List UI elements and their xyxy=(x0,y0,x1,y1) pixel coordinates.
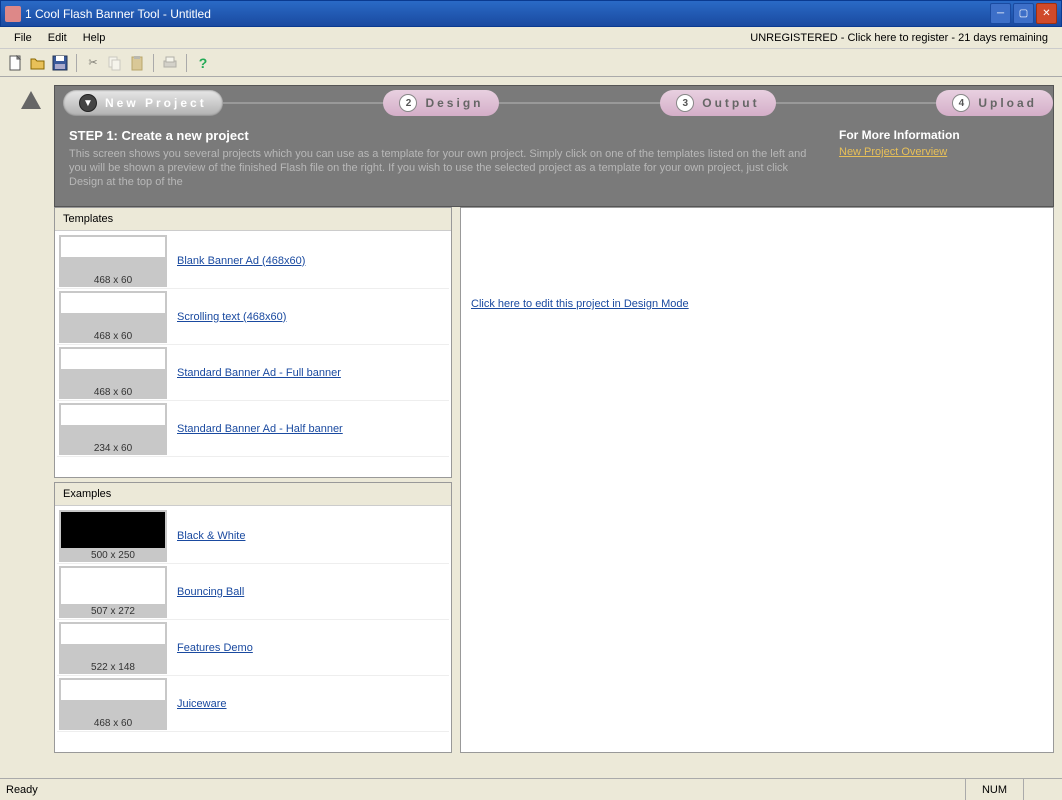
template-thumbnail: 507 x 272 xyxy=(59,566,167,618)
left-column: Templates 468 x 60Blank Banner Ad (468x6… xyxy=(54,207,452,753)
list-item[interactable]: 468 x 60Scrolling text (468x60) xyxy=(57,289,449,345)
list-item[interactable]: 468 x 60Standard Banner Ad - Full banner xyxy=(57,345,449,401)
template-link[interactable]: Standard Banner Ad - Half banner xyxy=(169,423,343,435)
template-dimensions: 468 x 60 xyxy=(59,274,167,287)
template-link[interactable]: Bouncing Ball xyxy=(169,586,244,598)
template-thumbnail: 522 x 148 xyxy=(59,622,167,674)
preview-panel: Click here to edit this project in Desig… xyxy=(460,207,1054,753)
step-label: New Project xyxy=(105,96,207,110)
template-link[interactable]: Blank Banner Ad (468x60) xyxy=(169,255,305,267)
step-upload[interactable]: 4 Upload xyxy=(936,90,1053,116)
step-number: 3 xyxy=(676,94,694,112)
steps-line xyxy=(145,102,1023,104)
template-link[interactable]: Juiceware xyxy=(169,698,227,710)
edit-design-link[interactable]: Click here to edit this project in Desig… xyxy=(471,298,689,310)
template-dimensions: 507 x 272 xyxy=(59,605,167,618)
open-file-icon[interactable] xyxy=(28,53,48,73)
more-info-title: For More Information xyxy=(839,128,1039,142)
info-section: STEP 1: Create a new project This screen… xyxy=(55,120,1053,197)
list-item[interactable]: 500 x 250Black & White xyxy=(57,508,449,564)
step-label: Design xyxy=(425,96,483,110)
new-file-icon[interactable] xyxy=(6,53,26,73)
template-link[interactable]: Features Demo xyxy=(169,642,253,654)
help-icon[interactable]: ? xyxy=(193,53,213,73)
examples-list[interactable]: 500 x 250Black & White507 x 272Bouncing … xyxy=(55,506,451,752)
template-dimensions: 522 x 148 xyxy=(59,661,167,674)
template-dimensions: 234 x 60 xyxy=(59,442,167,455)
menu-edit[interactable]: Edit xyxy=(40,30,75,46)
template-link[interactable]: Black & White xyxy=(169,530,245,542)
list-item[interactable]: 468 x 60Blank Banner Ad (468x60) xyxy=(57,233,449,289)
toolbar-separator xyxy=(186,54,187,72)
templates-panel: Templates 468 x 60Blank Banner Ad (468x6… xyxy=(54,207,452,478)
step-description: This screen shows you several projects w… xyxy=(69,147,819,189)
examples-title: Examples xyxy=(55,483,451,506)
template-dimensions: 468 x 60 xyxy=(59,717,167,730)
steps-row: ▼ New Project 2 Design 3 Output 4 Upload xyxy=(55,86,1053,120)
step-new-project[interactable]: ▼ New Project xyxy=(63,90,223,116)
status-ready: Ready xyxy=(6,784,965,796)
menu-help[interactable]: Help xyxy=(75,30,114,46)
template-thumbnail: 468 x 60 xyxy=(59,235,167,287)
step-label: Upload xyxy=(978,96,1037,110)
overview-link[interactable]: New Project Overview xyxy=(839,146,947,158)
print-icon[interactable] xyxy=(160,53,180,73)
template-thumbnail: 468 x 60 xyxy=(59,347,167,399)
toolbar-separator xyxy=(153,54,154,72)
window-title: 1 Cool Flash Banner Tool - Untitled xyxy=(25,7,990,21)
list-item[interactable]: 468 x 60Juiceware xyxy=(57,676,449,732)
toolbar-separator xyxy=(76,54,77,72)
step-design[interactable]: 2 Design xyxy=(383,90,499,116)
step-title: STEP 1: Create a new project xyxy=(69,128,819,143)
menu-file[interactable]: File xyxy=(6,30,40,46)
list-item[interactable]: 507 x 272Bouncing Ball xyxy=(57,564,449,620)
copy-icon[interactable] xyxy=(105,53,125,73)
list-item[interactable]: 522 x 148Features Demo xyxy=(57,620,449,676)
template-link[interactable]: Scrolling text (468x60) xyxy=(169,311,286,323)
chevron-down-icon: ▼ xyxy=(79,94,97,112)
template-thumbnail: 468 x 60 xyxy=(59,678,167,730)
examples-panel: Examples 500 x 250Black & White507 x 272… xyxy=(54,482,452,753)
step-number: 4 xyxy=(952,94,970,112)
app-icon xyxy=(5,6,21,22)
template-dimensions: 500 x 250 xyxy=(59,549,167,562)
templates-list[interactable]: 468 x 60Blank Banner Ad (468x60)468 x 60… xyxy=(55,231,451,477)
minimize-button[interactable]: ─ xyxy=(990,3,1011,24)
maximize-button[interactable]: ▢ xyxy=(1013,3,1034,24)
preview-box xyxy=(471,218,1043,288)
step-output[interactable]: 3 Output xyxy=(660,90,775,116)
paste-icon[interactable] xyxy=(127,53,147,73)
template-thumbnail: 500 x 250 xyxy=(59,510,167,562)
cut-icon[interactable]: ✂ xyxy=(83,53,103,73)
step-label: Output xyxy=(702,96,759,110)
triangle-indicator xyxy=(8,85,54,207)
toolbar: ✂ ? xyxy=(0,49,1062,77)
template-dimensions: 468 x 60 xyxy=(59,330,167,343)
titlebar: 1 Cool Flash Banner Tool - Untitled ─ ▢ … xyxy=(0,0,1062,27)
window-controls: ─ ▢ ✕ xyxy=(990,3,1057,24)
template-dimensions: 468 x 60 xyxy=(59,386,167,399)
template-thumbnail: 234 x 60 xyxy=(59,403,167,455)
wizard-header-row: ▼ New Project 2 Design 3 Output 4 Upload… xyxy=(0,77,1062,207)
status-pane xyxy=(1023,779,1056,800)
content-row: Templates 468 x 60Blank Banner Ad (468x6… xyxy=(54,207,1054,753)
save-file-icon[interactable] xyxy=(50,53,70,73)
templates-title: Templates xyxy=(55,208,451,231)
list-item[interactable]: 234 x 60Standard Banner Ad - Half banner xyxy=(57,401,449,457)
menubar: File Edit Help UNREGISTERED - Click here… xyxy=(0,27,1062,49)
wizard-header: ▼ New Project 2 Design 3 Output 4 Upload… xyxy=(54,85,1054,207)
statusbar: Ready NUM xyxy=(0,778,1062,800)
register-link[interactable]: UNREGISTERED - Click here to register - … xyxy=(750,32,1056,44)
status-num: NUM xyxy=(965,779,1023,800)
template-link[interactable]: Standard Banner Ad - Full banner xyxy=(169,367,341,379)
step-number: 2 xyxy=(399,94,417,112)
close-button[interactable]: ✕ xyxy=(1036,3,1057,24)
template-thumbnail: 468 x 60 xyxy=(59,291,167,343)
